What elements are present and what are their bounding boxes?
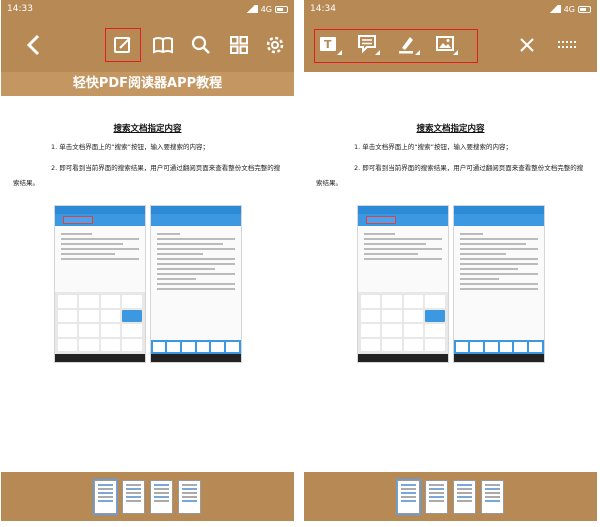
page-thumbnail[interactable] — [93, 478, 118, 515]
network-label: 4G — [260, 4, 272, 14]
page-thumbnail[interactable] — [425, 479, 448, 514]
tutorial-screenshot-search — [53, 205, 146, 363]
title-area — [304, 72, 597, 96]
page-thumbnail[interactable] — [122, 479, 145, 514]
highlighter-tool-icon[interactable] — [394, 30, 424, 60]
status-bar: 14:33 4G — [1, 0, 294, 18]
tutorial-screenshots — [316, 205, 585, 363]
page-thumbnail[interactable] — [396, 478, 421, 515]
book-icon[interactable] — [148, 30, 178, 60]
network-label: 4G — [563, 4, 575, 14]
gear-icon[interactable] — [260, 30, 290, 60]
battery-icon — [578, 5, 591, 13]
doc-step-1: 1. 单击文档界面上的“搜索”按钮，输入要搜索的内容； — [51, 143, 210, 151]
signal-icon — [243, 5, 258, 13]
page-thumbnail[interactable] — [453, 479, 476, 514]
tutorial-screenshot-results — [149, 205, 242, 363]
text-tool-icon[interactable]: T — [316, 30, 346, 60]
close-icon[interactable] — [512, 30, 542, 60]
status-bar: 14:34 4G — [304, 0, 597, 18]
right-screen: 14:34 4G T 搜索文档指定内容 1. 单击文档界面上的“搜索”按钮，输入… — [304, 0, 597, 521]
tutorial-screenshot-search — [356, 205, 449, 363]
left-screen: 14:33 4G 轻快PDF阅读器APP教程 搜索文档指定内容 1. 单击文档界… — [1, 0, 294, 521]
page-thumbnail[interactable] — [178, 479, 201, 514]
status-time: 14:33 — [7, 4, 33, 14]
status-icons: 4G — [546, 4, 591, 14]
doc-step-1: 1. 单击文档界面上的“搜索”按钮，输入要搜索的内容； — [354, 143, 513, 151]
page-thumbnail-strip — [1, 472, 294, 521]
doc-step-2: 2. 即可看到当前界面的搜索结果，用户可通过翻阅页面来查看整份文档完整的搜索结果… — [316, 164, 584, 187]
page-thumbnail[interactable] — [150, 479, 173, 514]
image-tool-icon[interactable] — [432, 30, 462, 60]
page-thumbnail-strip — [304, 472, 597, 521]
back-arrow-icon[interactable] — [19, 30, 49, 60]
status-time: 14:34 — [310, 4, 336, 14]
grid-icon[interactable] — [224, 30, 254, 60]
edit-icon[interactable] — [108, 30, 138, 60]
doc-step-2: 2. 即可看到当前界面的搜索结果，用户可通过翻阅页面来查看整份文档完整的搜索结果… — [13, 164, 281, 187]
annotation-toolbar: T — [304, 18, 597, 72]
tutorial-screenshot-results — [452, 205, 545, 363]
tutorial-screenshots — [13, 205, 282, 363]
status-icons: 4G — [243, 4, 288, 14]
doc-heading: 搜索文档指定内容 — [416, 124, 485, 134]
doc-heading: 搜索文档指定内容 — [113, 124, 182, 134]
reader-toolbar — [1, 18, 294, 72]
document-page[interactable]: 搜索文档指定内容 1. 单击文档界面上的“搜索”按钮，输入要搜索的内容； 2. … — [1, 122, 294, 363]
comment-tool-icon[interactable] — [354, 30, 384, 60]
document-page[interactable]: 搜索文档指定内容 1. 单击文档界面上的“搜索”按钮，输入要搜索的内容； 2. … — [304, 122, 597, 363]
page-thumbnail[interactable] — [481, 479, 504, 514]
more-icon[interactable] — [552, 30, 582, 60]
search-icon[interactable] — [186, 30, 216, 60]
svg-text:T: T — [324, 38, 332, 51]
document-title: 轻快PDF阅读器APP教程 — [1, 72, 294, 96]
signal-icon — [546, 5, 561, 13]
battery-icon — [275, 5, 288, 13]
